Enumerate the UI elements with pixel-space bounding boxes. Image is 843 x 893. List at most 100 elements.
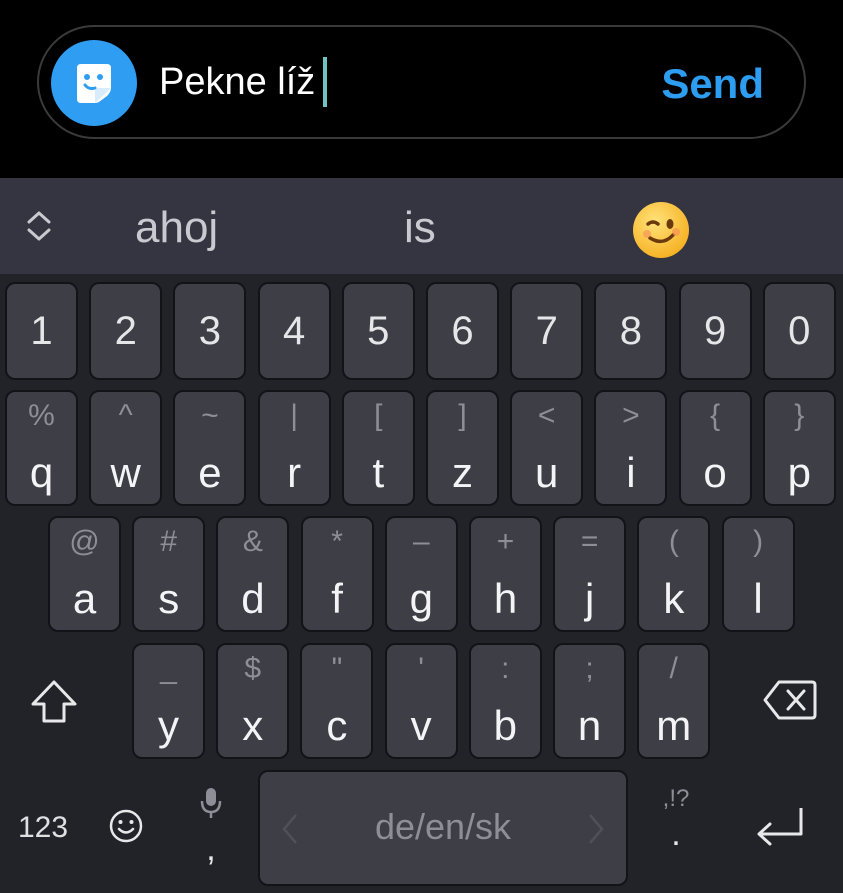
key-hint-symbol: / xyxy=(669,652,678,685)
key-z[interactable]: ] z xyxy=(426,390,499,506)
shift-arrow-icon xyxy=(31,680,77,723)
key-letter: n xyxy=(577,702,602,749)
key-hint-symbol: @ xyxy=(69,525,100,558)
key-k[interactable]: (k xyxy=(637,516,711,632)
space-key[interactable]: de/en/sk xyxy=(258,770,628,886)
key-e[interactable]: ~ e xyxy=(173,390,247,506)
key-letter: r xyxy=(287,449,302,496)
smiley-icon xyxy=(109,809,143,843)
key-h[interactable]: + h xyxy=(469,516,542,632)
key-u[interactable]: < u xyxy=(510,390,584,506)
key-letter: m xyxy=(656,702,692,749)
key-f[interactable]: * f xyxy=(300,516,374,632)
key-letter: w xyxy=(110,449,141,496)
key-letter: f xyxy=(331,575,343,622)
enter-key[interactable] xyxy=(754,804,806,848)
suggestion-bar: ahoj is xyxy=(0,178,843,274)
key-letter: o xyxy=(703,449,727,496)
chevron-right-icon xyxy=(589,814,604,844)
microphone-icon xyxy=(200,788,222,818)
key-n[interactable]: ; n xyxy=(553,643,626,759)
key-y[interactable]: _ y xyxy=(132,643,205,759)
send-button[interactable]: Send xyxy=(661,59,764,109)
key-hint-symbol: " xyxy=(331,652,343,685)
key-v[interactable]: ' v xyxy=(384,643,458,759)
compose-area: Pekne líž Send xyxy=(0,0,843,178)
key-letter: j xyxy=(585,575,595,622)
enter-arrow-icon xyxy=(757,808,803,846)
key-w[interactable]: ^ w xyxy=(89,390,163,506)
key-hint-symbol: % xyxy=(28,399,55,432)
suggestion-word-1[interactable]: ahoj xyxy=(135,198,218,258)
key-q[interactable]: % q xyxy=(5,390,78,506)
key-letter: y xyxy=(158,702,179,749)
key-letter: h xyxy=(493,575,518,622)
key-hint-symbol: ; xyxy=(585,652,594,685)
key-x[interactable]: $ x xyxy=(216,643,290,759)
message-text[interactable]: Pekne líž xyxy=(159,57,328,107)
key-letter: u xyxy=(535,449,559,496)
period-hint: ,!? xyxy=(662,785,690,812)
key-o[interactable]: {o xyxy=(678,390,752,506)
key-m[interactable]: / m xyxy=(637,643,711,759)
key-j[interactable]: = j xyxy=(553,516,627,632)
key-hint-symbol: ) xyxy=(753,525,764,558)
key-letter: g xyxy=(409,575,433,622)
comma-key[interactable]: , xyxy=(196,786,226,866)
key-letter: z xyxy=(452,449,473,496)
key-letter: e xyxy=(198,449,222,496)
key-8[interactable]: 8 xyxy=(594,282,668,380)
key-3[interactable]: 3 xyxy=(173,282,247,380)
key-4[interactable]: 4 xyxy=(257,282,331,380)
key-hint-symbol: & xyxy=(242,525,263,558)
sticker-icon[interactable] xyxy=(51,40,137,126)
key-hint-symbol: : xyxy=(501,652,510,685)
period-key[interactable]: ,!? . xyxy=(654,784,698,864)
key-letter: d xyxy=(241,575,265,622)
key-g[interactable]: – g xyxy=(384,516,458,632)
key-letter: a xyxy=(72,575,97,622)
comma-label: , xyxy=(206,830,216,868)
key-l[interactable]: ) l xyxy=(721,516,795,632)
backspace-icon xyxy=(763,680,817,720)
key-letter: l xyxy=(753,575,763,622)
key-hint-symbol: ( xyxy=(668,525,679,558)
key-s[interactable]: # s xyxy=(132,516,206,632)
symbols-key[interactable]: 123 xyxy=(18,808,68,848)
key-p[interactable]: } p xyxy=(762,390,836,506)
key-6[interactable]: 6 xyxy=(426,282,499,380)
chevron-up-down-icon[interactable] xyxy=(24,206,54,246)
key-1[interactable]: 1 xyxy=(5,282,78,380)
key-5[interactable]: 5 xyxy=(341,282,415,380)
key-0[interactable]: 0 xyxy=(762,282,836,380)
key-hint-symbol: ' xyxy=(418,652,424,685)
key-letter: k xyxy=(663,575,685,622)
shift-key[interactable] xyxy=(28,676,80,728)
key-9[interactable]: 9 xyxy=(678,282,752,380)
key-letter: q xyxy=(29,449,54,496)
backspace-key[interactable] xyxy=(762,678,818,722)
key-2[interactable]: 2 xyxy=(89,282,163,380)
key-letter: t xyxy=(372,449,385,496)
key-7[interactable]: 7 xyxy=(510,282,584,380)
key-letter: c xyxy=(326,702,348,749)
key-letter: s xyxy=(158,575,180,622)
key-hint-symbol: | xyxy=(290,399,298,432)
key-hint-symbol: * xyxy=(331,525,343,558)
space-language-label: de/en/sk xyxy=(374,806,512,847)
key-i[interactable]: > i xyxy=(594,390,668,506)
suggestion-word-2[interactable]: is xyxy=(404,198,436,258)
key-a[interactable]: @ a xyxy=(48,516,121,632)
key-b[interactable]: :b xyxy=(468,643,542,759)
key-t[interactable]: [t xyxy=(341,390,415,506)
winking-face-emoji[interactable] xyxy=(633,202,689,258)
key-r[interactable]: | r xyxy=(257,390,331,506)
key-d[interactable]: & d xyxy=(216,516,290,632)
emoji-key[interactable] xyxy=(108,808,144,844)
key-c[interactable]: " c xyxy=(300,643,374,759)
key-hint-symbol: { xyxy=(710,399,721,432)
key-hint-symbol: ~ xyxy=(201,399,219,432)
key-hint-symbol: # xyxy=(160,525,178,558)
text-cursor xyxy=(323,57,328,107)
message-input-bar[interactable]: Pekne líž Send xyxy=(37,25,806,139)
